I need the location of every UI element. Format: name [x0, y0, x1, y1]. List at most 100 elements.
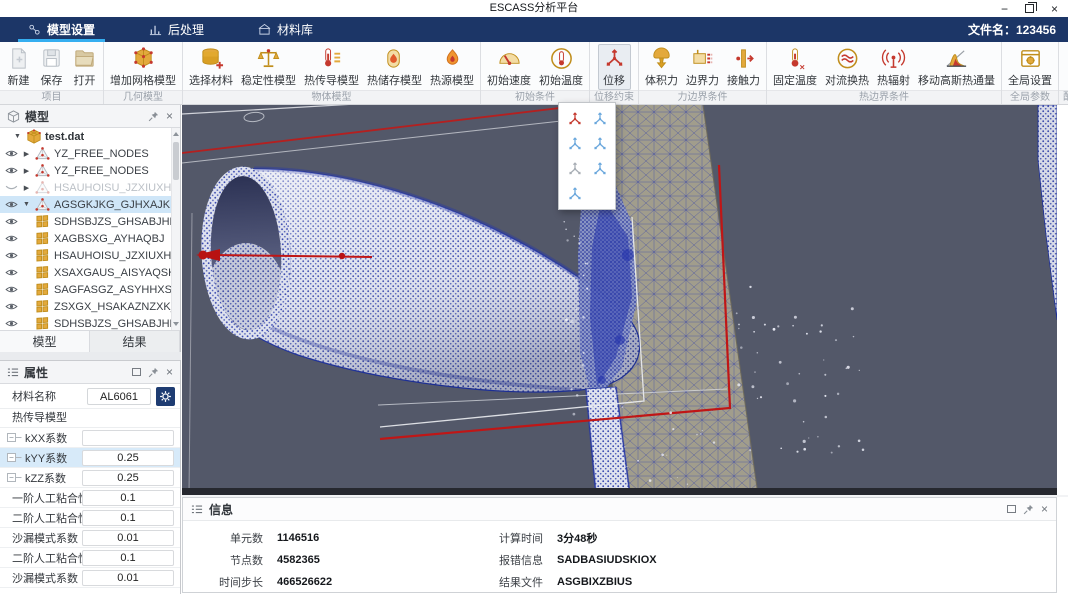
restore-icon[interactable] — [1025, 4, 1034, 13]
contact-force-button[interactable]: 接触力 — [723, 44, 764, 90]
close-icon[interactable]: × — [166, 111, 173, 121]
eye-open-icon[interactable] — [4, 285, 19, 294]
expand-arrow-icon[interactable]: ▶ — [22, 184, 31, 192]
tree-item[interactable]: HSAUHOISU_JZXIUXHAHX — [0, 247, 180, 264]
heat-conduction-button[interactable]: 热传导模型 — [300, 44, 363, 90]
tree-item[interactable]: XAGBSXG_AYHAQBJ — [0, 230, 180, 247]
properties-panel-title: 属性 — [24, 364, 48, 381]
close-icon[interactable]: × — [1051, 2, 1058, 16]
heat-source-button[interactable]: 热源模型 — [426, 44, 478, 90]
toolbar-button-label: 初始温度 — [539, 72, 583, 88]
panel-tab-result[interactable]: 结果 — [90, 331, 180, 352]
pin-icon[interactable] — [1023, 504, 1034, 515]
select-material-button[interactable]: 选择材料 — [185, 44, 237, 90]
fixed-temperature-button[interactable]: 固定温度 — [769, 44, 821, 90]
float-panel-icon[interactable] — [132, 368, 141, 376]
tree-item[interactable]: SDHSBJZS_GHSABJHB_ZAHU — [0, 213, 180, 230]
tab-post-process[interactable]: 后处理 — [137, 17, 216, 42]
heat-storage-button[interactable]: 热储存模型 — [363, 44, 426, 90]
global-settings-button[interactable]: 全局设置 — [1004, 44, 1056, 90]
expand-arrow-icon[interactable]: ▼ — [13, 133, 22, 140]
initial-velocity-button[interactable]: 初始速度 — [483, 44, 535, 90]
tree-root-item[interactable]: ▼test.dat — [0, 128, 180, 145]
constraint-option-4[interactable] — [588, 133, 611, 154]
body-force-button[interactable]: 体积力 — [641, 44, 682, 90]
property-row[interactable]: 沙漏模式系数0.01 — [0, 568, 180, 588]
constraint-option-3[interactable] — [563, 133, 586, 154]
property-value-input[interactable] — [82, 430, 174, 446]
convection-button[interactable]: 对流换热 — [821, 44, 873, 90]
minimize-icon[interactable]: − — [1001, 2, 1008, 16]
constraint-option-1[interactable] — [563, 108, 586, 129]
eye-open-icon[interactable] — [4, 166, 19, 175]
constraint-option-2[interactable] — [588, 108, 611, 129]
tree-item[interactable]: ▶HSAUHOISU_JZXIUXHAHX — [0, 179, 180, 196]
property-row[interactable]: 一阶人工粘合性0.1 — [0, 488, 180, 508]
displacement-button[interactable]: 位移 — [598, 44, 631, 90]
tree-item-label: ZSXGX_HSAKAZNZXK_AHASX — [54, 301, 180, 313]
tree-item[interactable]: ▶YZ_FREE_NODES — [0, 162, 180, 179]
tree-item[interactable]: SAGFASGZ_ASYHHXSN — [0, 281, 180, 298]
property-row[interactable]: kYY系数0.25 — [0, 448, 180, 468]
eye-open-icon[interactable] — [4, 319, 19, 328]
eye-open-icon[interactable] — [4, 234, 19, 243]
add-mesh-button[interactable]: 增加网格模型 — [106, 44, 180, 90]
eye-open-icon[interactable] — [4, 268, 19, 277]
constraint-option-6[interactable] — [588, 158, 611, 179]
tree-item[interactable]: SDHSBJZS_GHSABJHB_ZAHU — [0, 315, 180, 330]
eye-open-icon[interactable] — [4, 217, 19, 226]
eye-open-icon[interactable] — [4, 149, 19, 158]
property-value-input[interactable]: 0.25 — [82, 450, 174, 466]
property-value-input[interactable]: 0.1 — [82, 490, 174, 506]
material-settings-button[interactable] — [156, 387, 175, 406]
toolbar-group-label: 力边界条件 — [639, 90, 766, 104]
viewport-3d[interactable] — [182, 105, 1057, 495]
save-button[interactable]: 保存 — [35, 44, 68, 90]
open-folder-button[interactable]: 打开 — [68, 44, 101, 90]
property-value-input[interactable]: 0.1 — [82, 550, 174, 566]
close-icon[interactable]: × — [1041, 504, 1048, 514]
eye-open-icon[interactable] — [4, 251, 19, 260]
pin-icon[interactable] — [148, 111, 159, 122]
float-panel-icon[interactable] — [1007, 505, 1016, 513]
tab-model-settings[interactable]: 模型设置 — [16, 17, 107, 42]
property-row[interactable]: kZZ系数0.25 — [0, 468, 180, 488]
property-row[interactable]: 二阶人工粘合性0.1 — [0, 508, 180, 528]
expand-arrow-icon[interactable]: ▼ — [22, 201, 31, 208]
constraint-option-7[interactable] — [563, 183, 586, 204]
panel-tab-model[interactable]: 模型 — [0, 331, 90, 352]
gauss-flux-button[interactable]: 移动高斯热通量 — [914, 44, 999, 90]
tree-item[interactable]: ▶YZ_FREE_NODES — [0, 145, 180, 162]
radiation-button[interactable]: 热辐射 — [873, 44, 914, 90]
new-file-button[interactable]: 新建 — [2, 44, 35, 90]
boundary-force-button[interactable]: 边界力 — [682, 44, 723, 90]
scroll-thumb[interactable] — [173, 142, 179, 180]
tree-item[interactable]: ▼AGSGKJKG_GJHXAJKHXA — [0, 196, 180, 213]
constraint-option-5[interactable] — [563, 158, 586, 179]
stability-model-button[interactable]: 稳定性模型 — [237, 44, 300, 90]
eye-open-icon[interactable] — [4, 200, 19, 209]
tab-material-library[interactable]: 材料库 — [246, 17, 325, 42]
property-value-input[interactable]: 0.25 — [82, 470, 174, 486]
property-row[interactable]: 二阶人工粘合性0.1 — [0, 548, 180, 568]
property-value-input[interactable]: 0.01 — [82, 570, 174, 586]
scroll-up-icon[interactable] — [173, 132, 179, 136]
boundary-force-icon — [690, 46, 715, 71]
property-value-input[interactable]: 0.01 — [82, 530, 174, 546]
initial-temperature-button[interactable]: 初始温度 — [535, 44, 587, 90]
scroll-down-icon[interactable] — [173, 322, 179, 326]
eye-hidden-icon[interactable] — [4, 183, 19, 192]
property-row[interactable]: 沙漏模式系数0.01 — [0, 528, 180, 548]
expand-arrow-icon[interactable]: ▶ — [22, 167, 31, 175]
tree-item[interactable]: ZSXGX_HSAKAZNZXK_AHASX — [0, 298, 180, 315]
pin-icon[interactable] — [148, 367, 159, 378]
tree-item[interactable]: XSAXGAUS_AISYAQSH_ASHX — [0, 264, 180, 281]
expand-arrow-icon[interactable]: ▶ — [22, 150, 31, 158]
close-icon[interactable]: × — [166, 367, 173, 377]
tree-scrollbar[interactable] — [171, 128, 180, 330]
property-row[interactable]: kXX系数 — [0, 428, 180, 448]
info-row: 结果文件ASGBIXZBIUS — [471, 571, 657, 593]
eye-open-icon[interactable] — [4, 302, 19, 311]
material-name-input[interactable]: AL6061 — [87, 388, 151, 405]
property-value-input[interactable]: 0.1 — [82, 510, 174, 526]
